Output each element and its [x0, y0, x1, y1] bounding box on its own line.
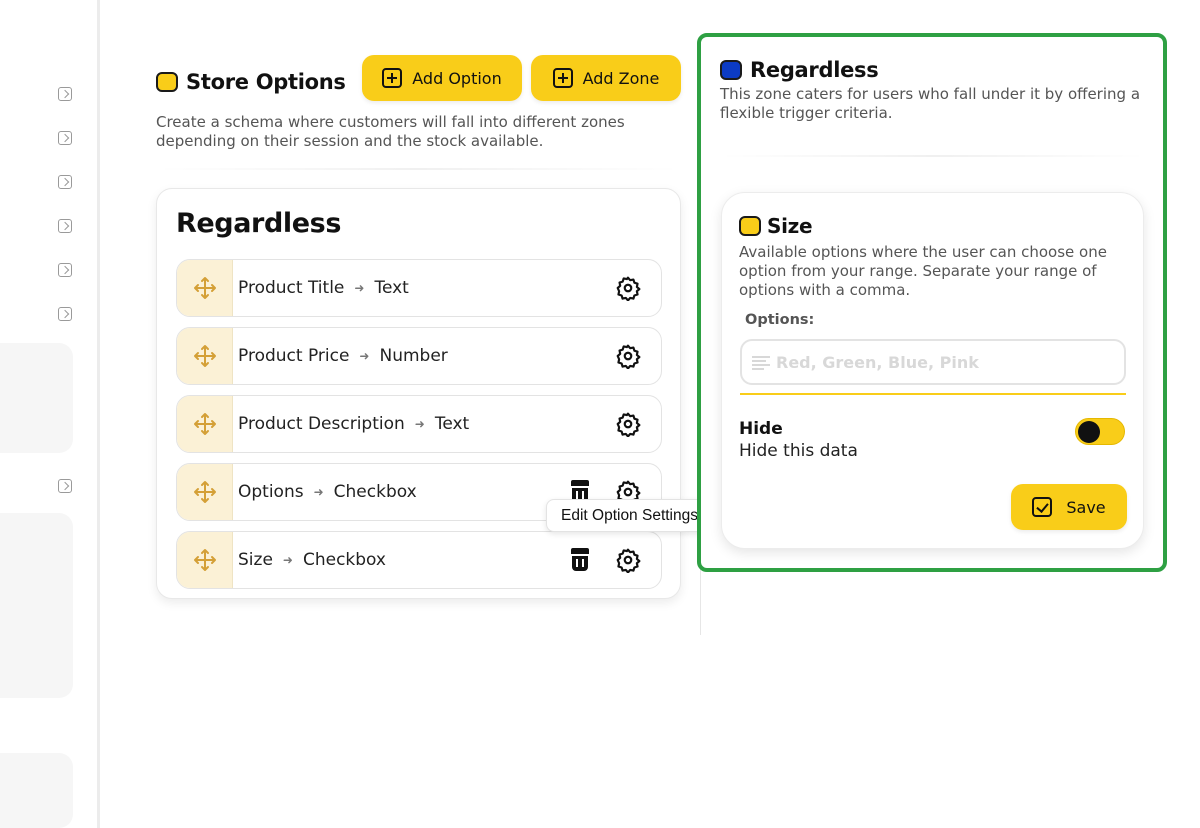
sidebar-nav-icon-2[interactable] — [58, 131, 72, 145]
hide-toggle[interactable] — [1075, 418, 1125, 445]
option-type: Text — [434, 414, 470, 434]
drag-handle[interactable] — [177, 328, 233, 384]
sidebar — [0, 0, 100, 828]
gear-icon[interactable] — [615, 411, 641, 437]
drag-move-icon — [193, 549, 216, 571]
drag-handle[interactable] — [177, 464, 233, 520]
plus-square-icon — [382, 68, 403, 88]
panel-description: This zone caters for users who fall unde… — [720, 85, 1141, 122]
option-name: Product Title — [238, 278, 345, 298]
sidebar-panel-2 — [0, 513, 73, 698]
save-label: Save — [1066, 497, 1106, 517]
arrow-right-icon: ➜ — [359, 349, 370, 363]
option-row-product-description[interactable]: Product Description ➜ Text — [176, 395, 662, 453]
gear-icon[interactable] — [615, 275, 641, 301]
field-underline — [740, 393, 1126, 395]
drag-handle[interactable] — [177, 532, 233, 588]
drag-move-icon — [193, 481, 216, 503]
hide-description: Hide this data — [739, 441, 858, 461]
option-name: Size — [238, 550, 273, 570]
yellow-swatch-icon — [156, 72, 178, 92]
option-name: Product Price — [238, 346, 350, 366]
drag-move-icon — [193, 413, 216, 435]
sidebar-nav-icon-7[interactable] — [58, 479, 72, 493]
arrow-right-icon: ➜ — [282, 553, 293, 567]
drag-handle[interactable] — [177, 396, 233, 452]
option-type: Text — [374, 278, 409, 298]
gear-icon[interactable] — [615, 547, 641, 573]
check-square-icon — [1032, 497, 1053, 517]
edit-option-settings-tooltip: Edit Option Settings — [546, 499, 713, 532]
store-options-title: Store Options — [186, 70, 346, 94]
sidebar-nav-icon-5[interactable] — [58, 263, 72, 277]
option-row-size[interactable]: Size ➜ Checkbox — [176, 531, 662, 589]
arrow-right-icon: ➜ — [414, 417, 425, 431]
drag-move-icon — [193, 277, 216, 299]
hide-title: Hide — [739, 419, 783, 439]
option-settings-description: Available options where the user can cho… — [739, 243, 1107, 299]
option-row-product-title[interactable]: Product Title ➜ Text — [176, 259, 662, 317]
blue-swatch-icon — [720, 60, 742, 80]
save-button[interactable]: Save — [1011, 484, 1127, 530]
add-zone-label: Add Zone — [582, 68, 660, 88]
add-option-label: Add Option — [412, 68, 502, 88]
sidebar-nav-icon-6[interactable] — [58, 307, 72, 321]
zone-card: Regardless Product Title ➜ Text Product … — [156, 188, 681, 599]
store-options-heading: Store Options — [156, 70, 346, 94]
option-settings-title: Size — [767, 214, 813, 238]
options-label: Options: — [745, 312, 815, 328]
sidebar-panel-1 — [0, 343, 73, 453]
arrow-right-icon: ➜ — [354, 281, 365, 295]
sidebar-nav-icon-4[interactable] — [58, 219, 72, 233]
option-type: Checkbox — [302, 550, 386, 570]
yellow-swatch-icon — [739, 216, 761, 236]
sidebar-nav-icon-3[interactable] — [58, 175, 72, 189]
options-input[interactable]: Red, Green, Blue, Pink — [740, 339, 1126, 385]
toggle-knob — [1078, 421, 1100, 443]
plus-square-icon — [552, 68, 573, 88]
add-option-button[interactable]: Add Option — [362, 55, 522, 101]
sidebar-panel-3 — [0, 753, 73, 828]
text-lines-icon — [752, 356, 770, 370]
drag-handle[interactable] — [177, 260, 233, 316]
trash-icon[interactable] — [569, 548, 591, 572]
sidebar-nav-icon-1[interactable] — [58, 87, 72, 101]
store-options-description: Create a schema where customers will fal… — [156, 113, 625, 150]
gear-icon[interactable] — [615, 343, 641, 369]
drag-move-icon — [193, 345, 216, 367]
panel-title: Regardless — [750, 58, 879, 82]
option-name: Options — [238, 482, 304, 502]
add-zone-button[interactable]: Add Zone — [531, 55, 681, 101]
header-separator — [156, 168, 681, 170]
options-placeholder: Red, Green, Blue, Pink — [776, 352, 979, 372]
option-type: Number — [379, 346, 448, 366]
option-name: Product Description — [238, 414, 405, 434]
option-settings-heading: Size — [739, 214, 813, 238]
panel-heading: Regardless — [720, 58, 879, 82]
arrow-right-icon: ➜ — [313, 485, 324, 499]
zone-title: Regardless — [176, 208, 342, 239]
panel-separator — [720, 155, 1146, 157]
option-row-product-price[interactable]: Product Price ➜ Number — [176, 327, 662, 385]
option-settings-card: Size Available options where the user ca… — [721, 192, 1144, 549]
option-type: Checkbox — [333, 482, 417, 502]
